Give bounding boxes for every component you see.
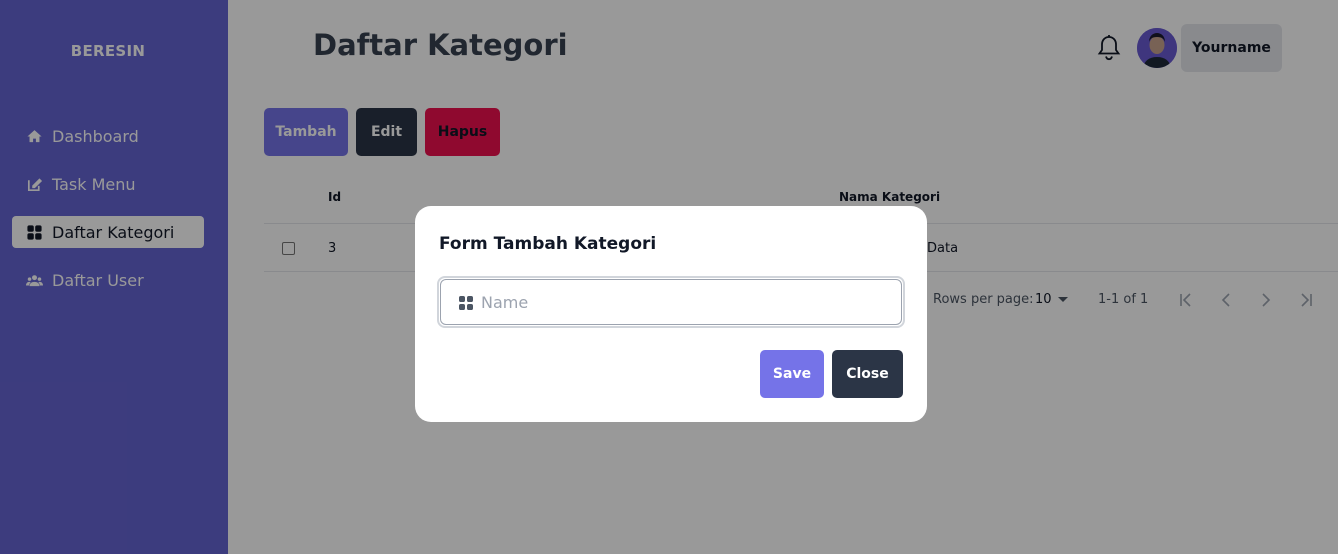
save-button[interactable]: Save <box>760 350 824 398</box>
modal-title: Form Tambah Kategori <box>439 234 657 254</box>
name-input[interactable] <box>481 288 881 316</box>
close-button[interactable]: Close <box>832 350 903 398</box>
name-field[interactable] <box>437 276 905 328</box>
add-category-modal: Form Tambah Kategori Save Close <box>415 206 927 422</box>
grid-icon <box>459 295 473 310</box>
